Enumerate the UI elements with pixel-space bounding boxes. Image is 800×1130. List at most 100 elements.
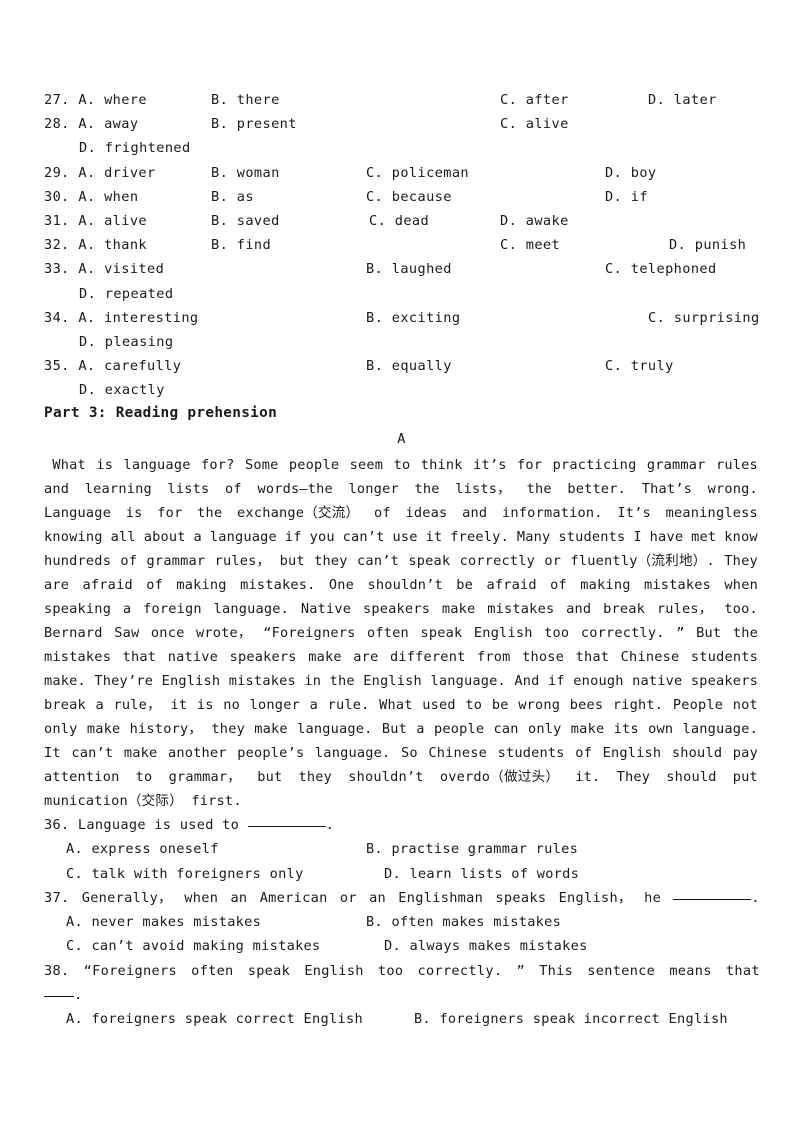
answer-blank[interactable]: [673, 898, 752, 900]
question-option[interactable]: B. often makes mistakes: [366, 910, 561, 934]
passage-word: they: [298, 769, 333, 785]
passage-line: What is language for? Some people seem to think i…: [44, 453, 758, 477]
passage-word: shouldn’t: [348, 769, 424, 785]
cloze-option[interactable]: 27. A. where: [44, 88, 147, 112]
cloze-option[interactable]: 28. A. away: [44, 112, 138, 136]
question-option[interactable]: D. learn lists of words: [384, 862, 579, 886]
cloze-option[interactable]: D. repeated: [79, 282, 173, 306]
cloze-option[interactable]: D. exactly: [79, 378, 165, 402]
cloze-option[interactable]: C. truly: [605, 354, 674, 378]
passage-word: mistakes: [44, 649, 112, 665]
question-word: correctly.: [417, 962, 503, 979]
question-option[interactable]: A. never makes mistakes: [66, 910, 261, 934]
cloze-option[interactable]: B. find: [211, 233, 271, 257]
passage-word: But: [381, 721, 407, 737]
passage-word: of: [146, 577, 163, 593]
cloze-option[interactable]: B. as: [211, 185, 254, 209]
cloze-option[interactable]: D. pleasing: [79, 330, 173, 354]
passage-word: the: [732, 625, 758, 641]
passage-word: afraid: [486, 577, 537, 593]
cloze-option[interactable]: 33. A. visited: [44, 257, 164, 281]
passage-word: longer: [348, 481, 399, 497]
passage-word: are: [44, 577, 70, 593]
question-option[interactable]: B. foreigners speak incorrect English: [414, 1007, 728, 1031]
passage-word: should: [671, 745, 723, 761]
cloze-option[interactable]: 32. A. thank: [44, 233, 147, 257]
cloze-option[interactable]: C. meet: [500, 233, 560, 257]
question-option[interactable]: C. talk with foreigners only: [66, 862, 304, 886]
question-option[interactable]: D. always makes mistakes: [384, 934, 588, 958]
cloze-option[interactable]: 29. A. driver: [44, 161, 156, 185]
cloze-option[interactable]: C. after: [500, 88, 569, 112]
passage-word: lists，: [455, 481, 511, 497]
cloze-option[interactable]: D. later: [648, 88, 717, 112]
cloze-option[interactable]: 35. A. carefully: [44, 354, 181, 378]
question-continuation: .: [44, 983, 760, 1007]
cloze-option[interactable]: B. present: [211, 112, 297, 136]
cloze-option[interactable]: B. exciting: [366, 306, 460, 330]
cloze-option[interactable]: 31. A. alive: [44, 209, 147, 233]
question-options-row: A. express oneself B. practise grammar ru…: [44, 837, 760, 861]
cloze-option[interactable]: C. because: [366, 185, 452, 209]
passage-word: foreign: [143, 601, 202, 617]
question-option[interactable]: C. can’t avoid making mistakes: [66, 934, 321, 958]
cloze-option[interactable]: B. laughed: [366, 257, 452, 281]
passage-word: English: [602, 745, 662, 761]
passage-word: What: [44, 457, 86, 473]
cloze-option[interactable]: C. alive: [500, 112, 569, 136]
cloze-option[interactable]: B. saved: [211, 209, 280, 233]
passage-word: attention: [44, 769, 120, 785]
passage-word: make.: [44, 673, 86, 689]
question-punctuation: .: [751, 889, 760, 906]
passage-word: can’t: [342, 529, 385, 545]
passage-word: but: [257, 769, 283, 785]
passage-word: Native: [300, 601, 352, 617]
passage-line: munication（交际） first.: [44, 793, 242, 809]
question-option[interactable]: A. express oneself: [66, 837, 219, 861]
cloze-option[interactable]: D. awake: [500, 209, 569, 233]
passage-word: too.: [724, 601, 758, 617]
passage-word: should: [666, 769, 717, 785]
question-word: an: [230, 889, 248, 906]
passage-word: once: [150, 625, 185, 641]
passage-word: make: [308, 649, 342, 665]
reading-questions: 36. Language is used to . A. express ones…: [44, 813, 760, 1032]
passage-word: rule.: [327, 697, 370, 713]
passage-word: another: [167, 745, 227, 761]
passage-word: correctly.: [580, 625, 665, 641]
passage-word: be: [491, 697, 509, 713]
cloze-option[interactable]: C. policeman: [366, 161, 469, 185]
answer-blank[interactable]: [44, 996, 74, 998]
passage-word: language: [123, 457, 191, 473]
cloze-option[interactable]: D. if: [605, 185, 648, 209]
cloze-option[interactable]: D. frightened: [79, 136, 191, 160]
question-word: English，: [558, 889, 632, 906]
passage-word: no: [223, 697, 241, 713]
passage-word: students: [497, 745, 565, 761]
cloze-option[interactable]: D. punish: [669, 233, 746, 257]
passage-line: break a rule， it is no longer a rule. What used to b…: [44, 693, 758, 717]
question-option[interactable]: B. practise grammar rules: [366, 837, 578, 861]
cloze-option[interactable]: 34. A. interesting: [44, 306, 199, 330]
cloze-option[interactable]: C. surprising: [648, 306, 760, 330]
cloze-option[interactable]: B. woman: [211, 161, 280, 185]
cloze-option[interactable]: C. dead: [369, 209, 429, 233]
question-text: Language is used to: [69, 817, 248, 833]
passage-word: enough: [573, 673, 624, 689]
passage-word: can’t: [357, 553, 399, 569]
cloze-option[interactable]: B. there: [211, 88, 280, 112]
question-option[interactable]: A. foreigners speak correct English: [66, 1007, 363, 1031]
cloze-option[interactable]: D. boy: [605, 161, 657, 185]
question-number: 38.: [44, 962, 70, 979]
cloze-option[interactable]: C. telephoned: [605, 257, 717, 281]
cloze-row: D. exactly: [44, 378, 759, 402]
cloze-option[interactable]: 30. A. when: [44, 185, 138, 209]
answer-blank[interactable]: [247, 826, 326, 827]
question-options-row: C. talk with foreigners only D. learn lis…: [44, 862, 760, 886]
passage-word: correctly: [459, 553, 536, 569]
passage-word: of: [225, 481, 242, 497]
cloze-option[interactable]: B. equally: [366, 354, 452, 378]
passage-word: they: [211, 721, 245, 737]
passage-line: and learning lists of words—the longer the list…: [44, 477, 758, 501]
passage-word: mistakes: [487, 601, 555, 617]
